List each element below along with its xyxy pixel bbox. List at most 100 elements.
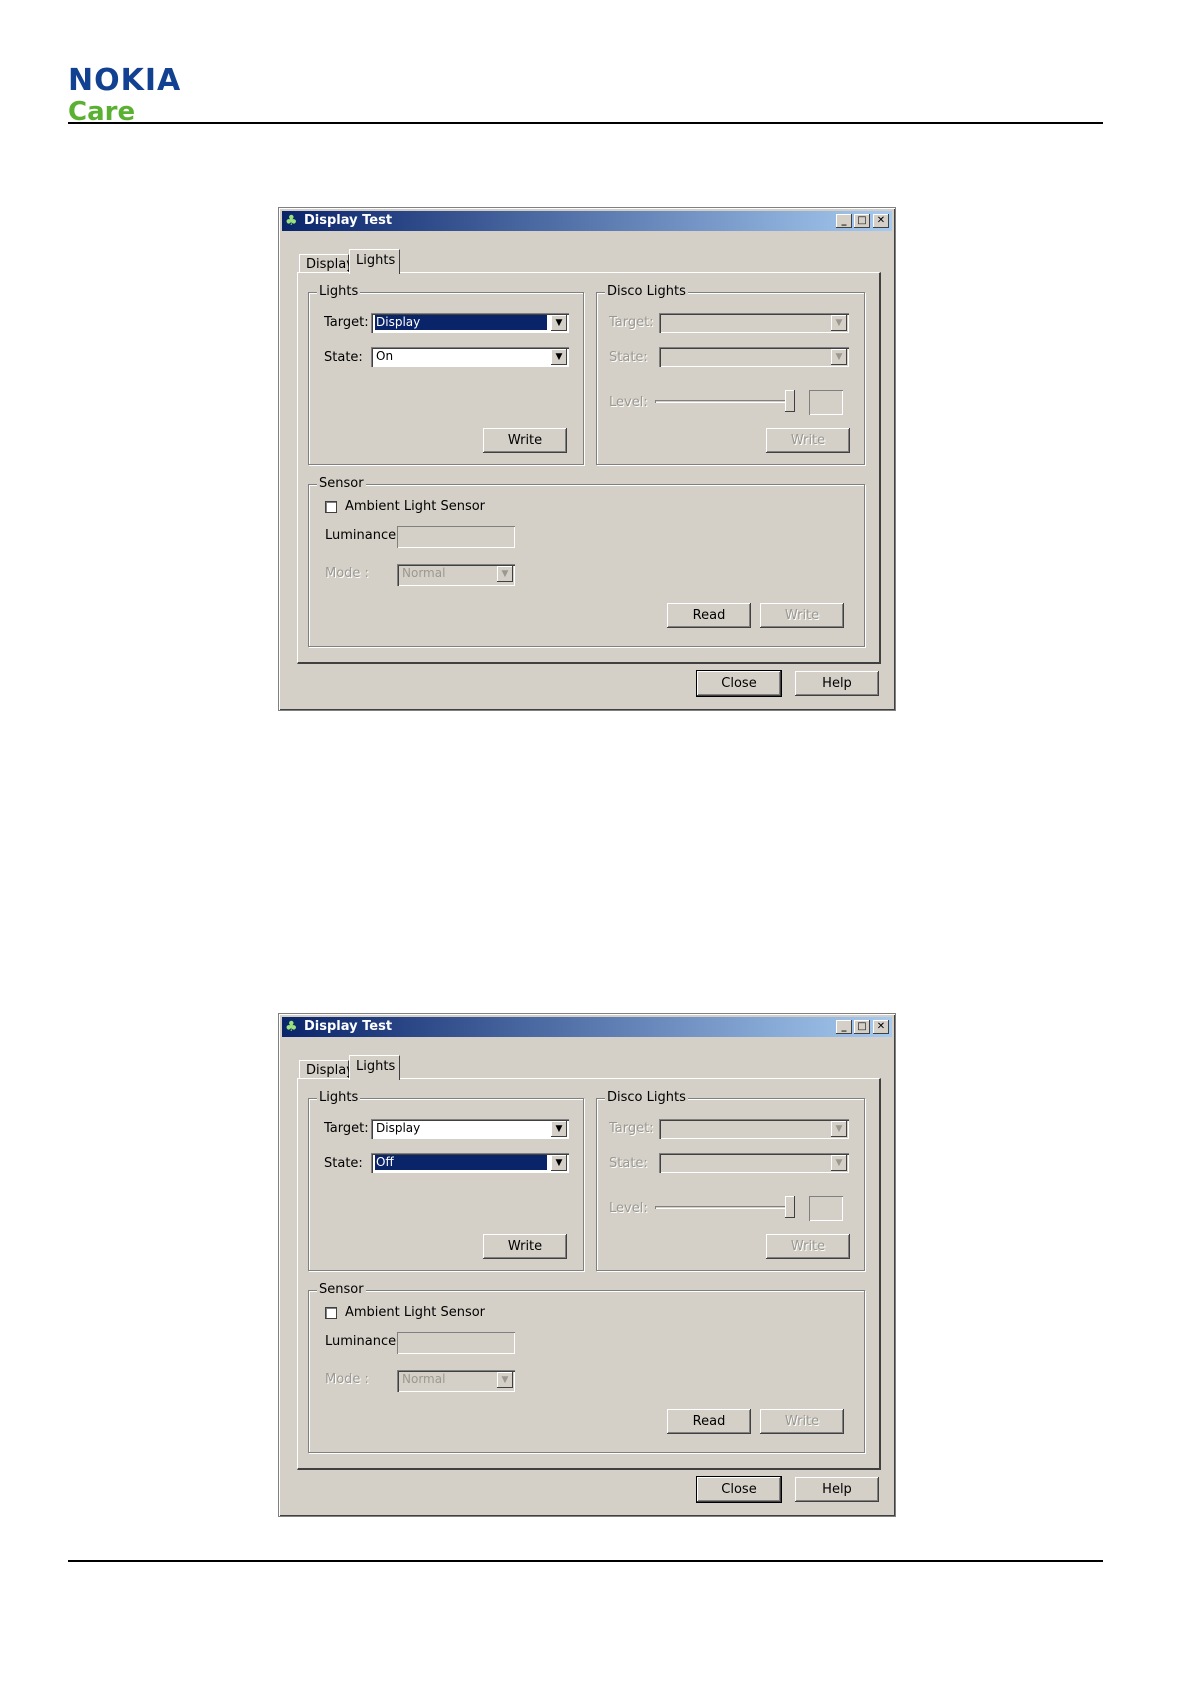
luminance-field[interactable]: [397, 1332, 515, 1354]
sensor-group-label: Sensor: [317, 476, 366, 491]
maximize-icon[interactable]: □: [854, 214, 870, 228]
state-value: On: [376, 349, 394, 363]
target-value: Display: [376, 1121, 421, 1135]
mode-value: Normal: [402, 566, 446, 580]
disco-group-label: Disco Lights: [605, 284, 688, 299]
target-select[interactable]: Display ▼: [371, 1119, 569, 1139]
close-button[interactable]: Close: [696, 670, 782, 697]
lights-tab-panel: Lights Target: Display ▼ State: Off ▼ Wr…: [297, 1078, 881, 1470]
lights-write-button[interactable]: Write: [483, 428, 567, 453]
tab-display[interactable]: Display: [299, 254, 354, 273]
mode-select[interactable]: Normal ▼: [397, 1370, 515, 1392]
close-icon[interactable]: ✕: [873, 214, 889, 228]
disco-target-label: Target:: [609, 1121, 654, 1136]
app-icon: ♣: [285, 213, 298, 229]
disco-level-label: Level:: [609, 395, 648, 410]
state-value: Off: [375, 1155, 547, 1170]
level-value-box[interactable]: [809, 390, 843, 415]
state-select[interactable]: On ▼: [371, 347, 569, 367]
disco-state-label: State:: [609, 350, 648, 365]
header-rule: [68, 122, 1103, 124]
tab-lights[interactable]: Lights: [349, 1055, 400, 1080]
mode-select[interactable]: Normal ▼: [397, 564, 515, 586]
ambient-light-checkbox[interactable]: [325, 501, 337, 513]
tab-lights[interactable]: Lights: [349, 249, 400, 274]
sensor-group-label: Sensor: [317, 1282, 366, 1297]
window-title: Display Test: [304, 1019, 393, 1034]
sensor-group: Sensor Ambient Light Sensor Luminance : …: [308, 1282, 865, 1453]
luminance-label: Luminance :: [325, 1334, 405, 1349]
close-button[interactable]: Close: [696, 1476, 782, 1503]
display-test-dialog-2: ♣ Display Test _ □ ✕ Display Lights Ligh…: [278, 1013, 896, 1517]
disco-write-button[interactable]: Write: [766, 428, 850, 453]
lights-tab-panel: Lights Target: Display ▼ State: On ▼ Wri…: [297, 272, 881, 664]
sensor-read-button[interactable]: Read: [667, 1409, 751, 1434]
title-bar[interactable]: ♣ Display Test _ □ ✕: [282, 211, 892, 231]
chevron-down-icon[interactable]: ▼: [831, 349, 847, 365]
help-button[interactable]: Help: [795, 1477, 879, 1502]
state-label: State:: [324, 1156, 363, 1171]
lights-group: Lights Target: Display ▼ State: On ▼ Wri…: [308, 284, 584, 465]
lights-group-label: Lights: [317, 284, 361, 299]
lights-group-label: Lights: [317, 1090, 361, 1105]
sensor-read-button[interactable]: Read: [667, 603, 751, 628]
brand-name: NOKIA: [68, 63, 182, 98]
target-label: Target:: [324, 1121, 369, 1136]
ambient-light-label: Ambient Light Sensor: [345, 499, 486, 514]
disco-state-select[interactable]: ▼: [659, 347, 849, 367]
sensor-group: Sensor Ambient Light Sensor Luminance : …: [308, 476, 865, 647]
nokia-care-logo: NOKIA Care: [68, 63, 182, 127]
maximize-icon[interactable]: □: [854, 1020, 870, 1034]
ambient-light-checkbox[interactable]: [325, 1307, 337, 1319]
lights-group: Lights Target: Display ▼ State: Off ▼ Wr…: [308, 1090, 584, 1271]
footer-rule: [68, 1560, 1103, 1562]
close-icon[interactable]: ✕: [873, 1020, 889, 1034]
level-slider-track[interactable]: [655, 400, 793, 403]
disco-lights-group: Disco Lights Target: ▼ State: ▼ Level: W…: [596, 284, 865, 465]
level-slider-thumb[interactable]: [785, 390, 795, 412]
state-select[interactable]: Off ▼: [371, 1153, 569, 1173]
minimize-icon[interactable]: _: [836, 214, 852, 228]
disco-write-button[interactable]: Write: [766, 1234, 850, 1259]
luminance-field[interactable]: [397, 526, 515, 548]
mode-label: Mode :: [325, 566, 369, 581]
state-label: State:: [324, 350, 363, 365]
title-bar[interactable]: ♣ Display Test _ □ ✕: [282, 1017, 892, 1037]
window-title: Display Test: [304, 213, 393, 228]
disco-target-label: Target:: [609, 315, 654, 330]
chevron-down-icon[interactable]: ▼: [551, 1155, 567, 1171]
target-label: Target:: [324, 315, 369, 330]
help-button[interactable]: Help: [795, 671, 879, 696]
minimize-icon[interactable]: _: [836, 1020, 852, 1034]
level-value-box[interactable]: [809, 1196, 843, 1221]
disco-state-select[interactable]: ▼: [659, 1153, 849, 1173]
luminance-label: Luminance :: [325, 528, 405, 543]
chevron-down-icon[interactable]: ▼: [497, 1372, 513, 1388]
level-slider-thumb[interactable]: [785, 1196, 795, 1218]
mode-value: Normal: [402, 1372, 446, 1386]
ambient-light-label: Ambient Light Sensor: [345, 1305, 486, 1320]
disco-lights-group: Disco Lights Target: ▼ State: ▼ Level: W…: [596, 1090, 865, 1271]
disco-level-label: Level:: [609, 1201, 648, 1216]
tab-display[interactable]: Display: [299, 1060, 354, 1079]
chevron-down-icon[interactable]: ▼: [551, 349, 567, 365]
level-slider-track[interactable]: [655, 1206, 793, 1209]
target-select[interactable]: Display ▼: [371, 313, 569, 333]
sensor-write-button[interactable]: Write: [760, 1409, 844, 1434]
chevron-down-icon[interactable]: ▼: [831, 315, 847, 331]
disco-target-select[interactable]: ▼: [659, 313, 849, 333]
chevron-down-icon[interactable]: ▼: [551, 315, 567, 331]
disco-group-label: Disco Lights: [605, 1090, 688, 1105]
disco-target-select[interactable]: ▼: [659, 1119, 849, 1139]
target-value: Display: [375, 315, 547, 330]
chevron-down-icon[interactable]: ▼: [551, 1121, 567, 1137]
sensor-write-button[interactable]: Write: [760, 603, 844, 628]
lights-write-button[interactable]: Write: [483, 1234, 567, 1259]
chevron-down-icon[interactable]: ▼: [831, 1155, 847, 1171]
chevron-down-icon[interactable]: ▼: [831, 1121, 847, 1137]
app-icon: ♣: [285, 1019, 298, 1035]
disco-state-label: State:: [609, 1156, 648, 1171]
chevron-down-icon[interactable]: ▼: [497, 566, 513, 582]
display-test-dialog-1: ♣ Display Test _ □ ✕ Display Lights Ligh…: [278, 207, 896, 711]
mode-label: Mode :: [325, 1372, 369, 1387]
